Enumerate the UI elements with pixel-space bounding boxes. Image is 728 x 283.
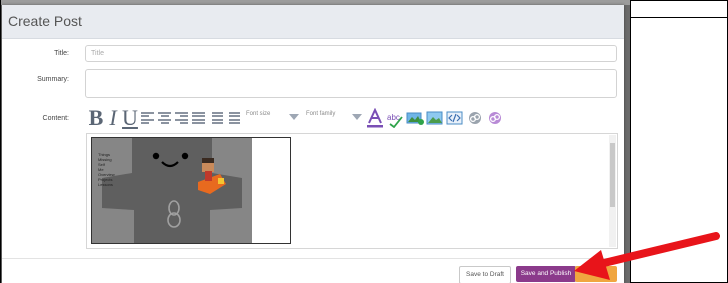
annotation-arrow-icon [574, 232, 720, 280]
